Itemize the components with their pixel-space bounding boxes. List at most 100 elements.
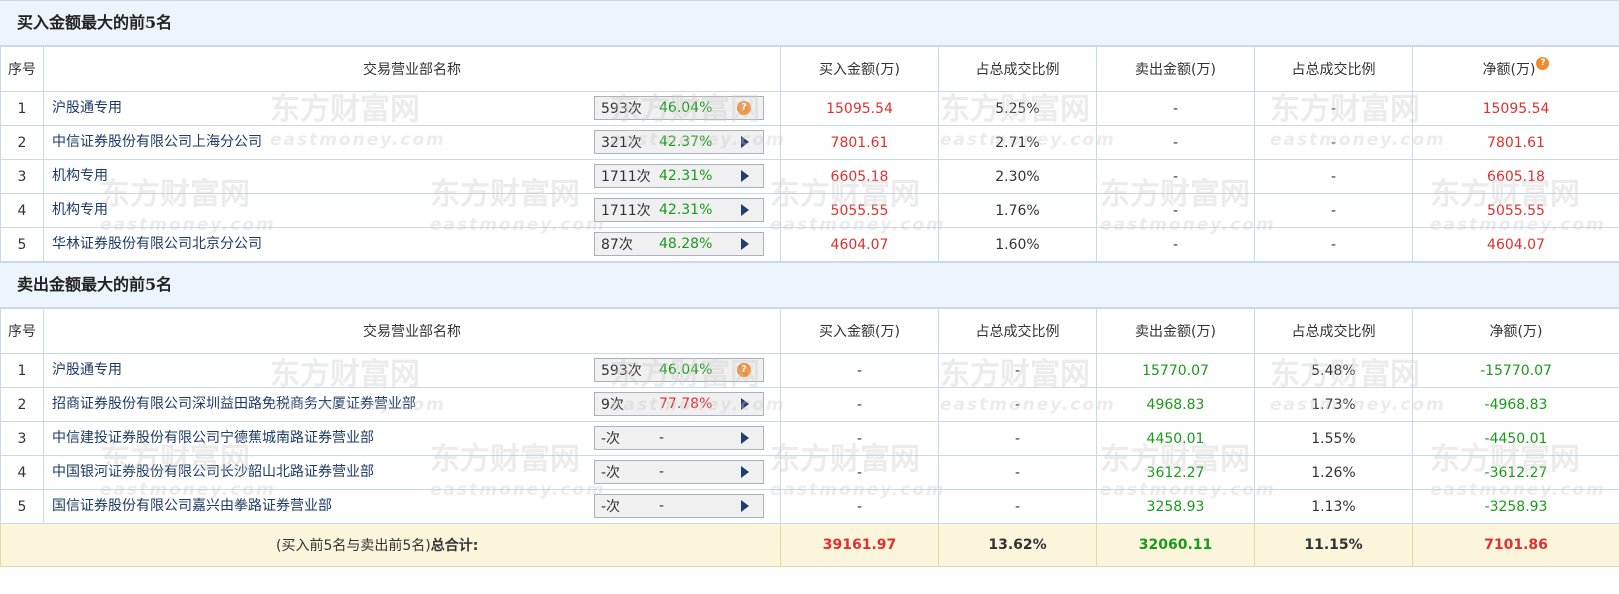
buy-amount: - xyxy=(780,353,939,388)
net-amount: 5055.55 xyxy=(1412,193,1619,228)
branch-count: 593次 xyxy=(601,101,642,117)
help-icon[interactable]: ? xyxy=(737,101,751,115)
branch-cell: 沪股通专用 593次 46.04%? xyxy=(43,353,781,388)
branch-stat-box[interactable]: -次 - xyxy=(594,460,764,484)
sell-row: 2 招商证券股份有限公司深圳益田路免税商务大厦证券营业部 9次 77.78% - -496… xyxy=(0,387,1619,422)
buy-row: 1 沪股通专用 593次 46.04%? 15095.54 5.25% - -15095.54 xyxy=(0,91,1619,126)
branch-stat-box[interactable]: 9次 77.78% xyxy=(594,392,764,416)
branch-cell: 中信证券股份有限公司上海分公司 321次 42.37% xyxy=(43,125,781,160)
sell-ratio: 1.55% xyxy=(1254,421,1413,456)
expand-arrow-icon[interactable] xyxy=(741,204,749,216)
expand-arrow-icon[interactable] xyxy=(741,398,749,410)
branch-win-rate: 42.37% xyxy=(659,134,713,150)
col-header-buy-ratio: 占总成交比例 xyxy=(938,308,1097,354)
net-amount: -4968.83 xyxy=(1412,387,1619,422)
row-no: 2 xyxy=(0,387,44,422)
row-no: 3 xyxy=(0,159,44,194)
expand-arrow-icon[interactable] xyxy=(741,136,749,148)
branch-stat-box[interactable]: -次 - xyxy=(594,426,764,450)
buy-table-header: 序号 交易营业部名称 买入金额(万) 占总成交比例 卖出金额(万) 占总成交比例… xyxy=(0,46,1619,92)
total-buy: 39161.97 xyxy=(780,523,939,567)
branch-win-rate: 42.31% xyxy=(659,168,713,184)
buy-row: 4 机构专用 1711次 42.31% 5055.55 1.76% - -5055.55 xyxy=(0,193,1619,228)
branch-name[interactable]: 机构专用 xyxy=(52,165,108,185)
branch-win-rate: - xyxy=(659,464,665,480)
branch-name[interactable]: 招商证券股份有限公司深圳益田路免税商务大厦证券营业部 xyxy=(52,393,416,413)
branch-name[interactable]: 国信证券股份有限公司嘉兴由拳路证券营业部 xyxy=(52,495,332,515)
buy-ratio: 2.71% xyxy=(938,125,1097,160)
branch-count: 1711次 xyxy=(601,203,651,219)
buy-ratio: 1.60% xyxy=(938,227,1097,262)
branch-name[interactable]: 沪股通专用 xyxy=(52,359,122,379)
total-label-prefix: (买入前5名与卖出前5名) xyxy=(276,538,431,554)
sell-ratio: 1.73% xyxy=(1254,387,1413,422)
sell-ratio: - xyxy=(1254,193,1413,228)
branch-cell: 中国银河证券股份有限公司长沙韶山北路证券营业部 -次 - xyxy=(43,455,781,490)
total-sell-ratio-value: 11.15% xyxy=(1304,537,1363,553)
buy-table-body: 1 沪股通专用 593次 46.04%? 15095.54 5.25% - -15095.54… xyxy=(0,91,1619,262)
total-sell-ratio: 11.15% xyxy=(1254,523,1413,567)
branch-win-rate: 77.78% xyxy=(659,396,713,412)
sell-amount: - xyxy=(1096,227,1255,262)
row-no: 2 xyxy=(0,125,44,160)
expand-arrow-icon[interactable] xyxy=(741,238,749,250)
branch-win-rate: - xyxy=(659,498,665,514)
total-buy-value: 39161.97 xyxy=(822,537,897,553)
buy-ratio: - xyxy=(938,353,1097,388)
branch-stat-box[interactable]: 1711次 42.31% xyxy=(594,164,764,188)
help-icon[interactable]: ? xyxy=(737,363,751,377)
net-amount: 4604.07 xyxy=(1412,227,1619,262)
sell-amount: - xyxy=(1096,193,1255,228)
branch-name[interactable]: 华林证券股份有限公司北京分公司 xyxy=(52,233,262,253)
branch-name[interactable]: 中国银河证券股份有限公司长沙韶山北路证券营业部 xyxy=(52,461,374,481)
buy-section-title: 买入金额最大的前5名 xyxy=(0,0,1619,46)
branch-count: 593次 xyxy=(601,363,642,379)
sell-ratio: 1.26% xyxy=(1254,455,1413,490)
total-buy-ratio: 13.62% xyxy=(938,523,1097,567)
net-help-icon[interactable]: ? xyxy=(1536,57,1550,70)
branch-stat-box[interactable]: -次 - xyxy=(594,494,764,518)
branch-stat-box[interactable]: 321次 42.37% xyxy=(594,130,764,154)
branch-name[interactable]: 沪股通专用 xyxy=(52,97,122,117)
branch-stat-box[interactable]: 1711次 42.31% xyxy=(594,198,764,222)
col-header-net: 净额(万)? xyxy=(1412,46,1619,92)
branch-name[interactable]: 中信证券股份有限公司上海分公司 xyxy=(52,131,262,151)
net-amount: -4450.01 xyxy=(1412,421,1619,456)
expand-arrow-icon[interactable] xyxy=(741,170,749,182)
row-no: 1 xyxy=(0,91,44,126)
col-header-net: 净额(万) xyxy=(1412,308,1619,354)
sell-amount: 4968.83 xyxy=(1096,387,1255,422)
total-net-value: 7101.86 xyxy=(1484,537,1548,553)
branch-count: -次 xyxy=(601,465,621,481)
total-row: (买入前5名与卖出前5名)总合计: 39161.97 13.62% 32060.… xyxy=(0,523,1619,567)
branch-stat-box[interactable]: 593次 46.04%? xyxy=(594,96,764,120)
expand-arrow-icon[interactable] xyxy=(741,432,749,444)
col-header-buy-amount: 买入金额(万) xyxy=(780,308,939,354)
sell-ratio: 5.48% xyxy=(1254,353,1413,388)
branch-cell: 招商证券股份有限公司深圳益田路免税商务大厦证券营业部 9次 77.78% xyxy=(43,387,781,422)
net-amount: -3258.93 xyxy=(1412,489,1619,524)
buy-ratio: - xyxy=(938,455,1097,490)
total-sell: 32060.11 xyxy=(1096,523,1255,567)
col-header-sell-amount: 卖出金额(万) xyxy=(1096,308,1255,354)
branch-stat-box[interactable]: 593次 46.04%? xyxy=(594,358,764,382)
lhb-detail-panel: 买入金额最大的前5名 序号 交易营业部名称 买入金额(万) 占总成交比例 卖出金… xyxy=(0,0,1619,567)
branch-stat-box[interactable]: 87次 48.28% xyxy=(594,232,764,256)
branch-cell: 机构专用 1711次 42.31% xyxy=(43,193,781,228)
total-label: (买入前5名与卖出前5名)总合计: xyxy=(0,523,781,567)
branch-name[interactable]: 中信建投证券股份有限公司宁德蕉城南路证券营业部 xyxy=(52,427,374,447)
sell-amount: - xyxy=(1096,91,1255,126)
expand-arrow-icon[interactable] xyxy=(741,500,749,512)
branch-cell: 机构专用 1711次 42.31% xyxy=(43,159,781,194)
branch-win-rate: 46.04% xyxy=(659,100,713,116)
sell-table-body: 1 沪股通专用 593次 46.04%? - -15770.07 5.48% -15770.0… xyxy=(0,353,1619,524)
sell-row: 5 国信证券股份有限公司嘉兴由拳路证券营业部 -次 - - -3258.93 1.13% -3… xyxy=(0,489,1619,524)
row-no: 5 xyxy=(0,489,44,524)
row-no: 4 xyxy=(0,455,44,490)
row-no: 4 xyxy=(0,193,44,228)
expand-arrow-icon[interactable] xyxy=(741,466,749,478)
buy-ratio: 1.76% xyxy=(938,193,1097,228)
branch-name[interactable]: 机构专用 xyxy=(52,199,108,219)
col-header-net-label: 净额(万) xyxy=(1482,62,1536,78)
col-header-branch: 交易营业部名称 xyxy=(43,46,781,92)
